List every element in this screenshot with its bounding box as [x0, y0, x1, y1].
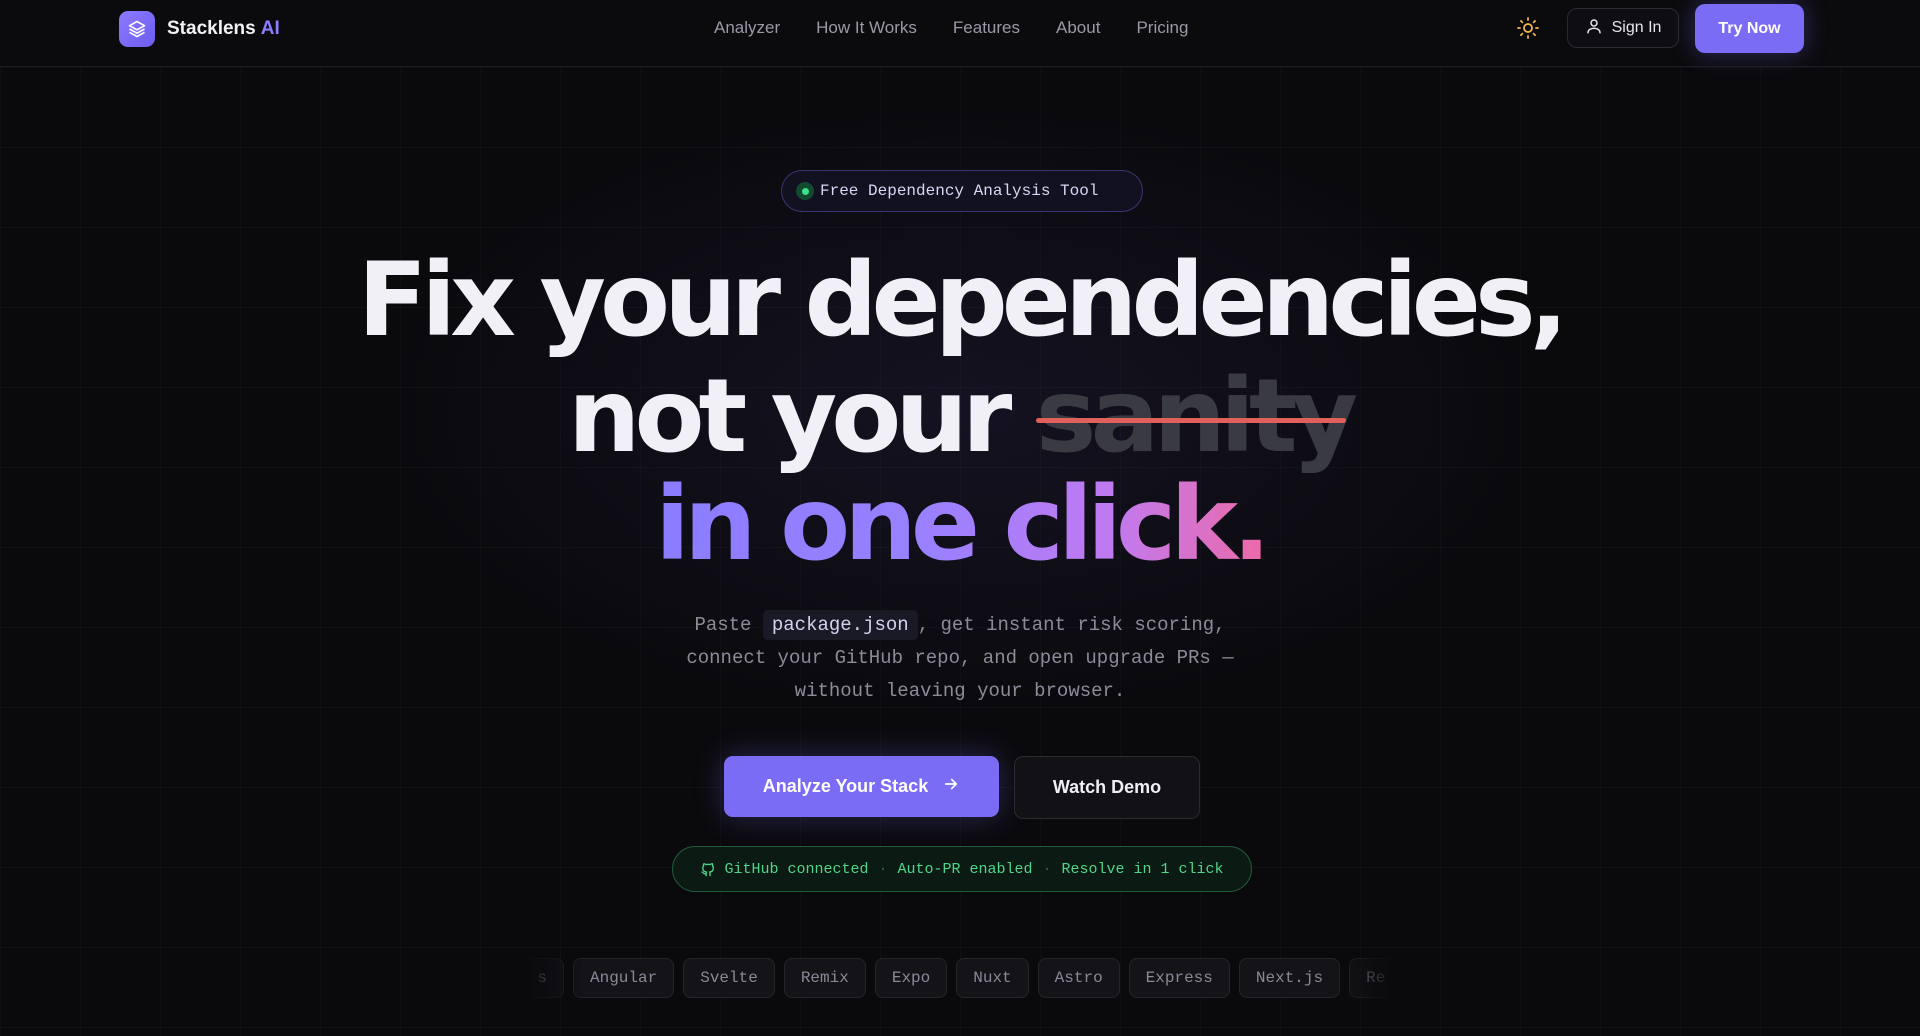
- sign-in-button[interactable]: Sign In: [1567, 8, 1679, 48]
- arrow-right-icon: [942, 775, 960, 798]
- subtext-line-2: connect your GitHub repo, and open upgra…: [686, 647, 1234, 669]
- code-snippet: package.json: [762, 610, 918, 640]
- badge-label: Free Dependency Analysis Tool: [820, 182, 1099, 200]
- framework-chip: Next.js: [1238, 958, 1341, 998]
- framework-chip-partial: Re: [1349, 958, 1396, 998]
- sign-in-label: Sign In: [1611, 19, 1662, 36]
- framework-chip: Nuxt: [956, 958, 1029, 998]
- headline-line-3: in one click.: [0, 474, 1920, 576]
- headline-line-2: not your sanity: [0, 366, 1920, 468]
- framework-chip: Svelte: [683, 958, 775, 998]
- nav-link-about[interactable]: About: [1056, 18, 1100, 38]
- nav-links: Analyzer How It Works Features About Pri…: [714, 18, 1224, 38]
- framework-chip: Express: [1128, 958, 1230, 998]
- subtext-line-1: Paste package.json, get instant risk sco…: [560, 610, 1360, 640]
- brand[interactable]: Stacklens AI: [119, 11, 280, 47]
- watch-demo-button[interactable]: Watch Demo: [1014, 756, 1200, 819]
- status-resolve: Resolve in 1 click: [1061, 860, 1224, 878]
- top-nav: Stacklens AI Analyzer How It Works Featu…: [0, 0, 1920, 67]
- framework-chips: s Angular Svelte Remix Expo Nuxt Astro E…: [524, 958, 1396, 1000]
- nav-link-how-it-works[interactable]: How It Works: [816, 18, 917, 38]
- headline-line-2-text: not your: [567, 357, 1036, 476]
- analyze-stack-button[interactable]: Analyze Your Stack: [724, 756, 999, 817]
- nav-link-analyzer[interactable]: Analyzer: [714, 18, 780, 38]
- framework-chip: Astro: [1037, 958, 1120, 998]
- framework-chip-partial: s: [524, 958, 564, 998]
- struck-word: sanity: [1035, 357, 1358, 476]
- nav-link-pricing[interactable]: Pricing: [1136, 18, 1188, 38]
- brand-suffix: AI: [260, 18, 280, 39]
- headline-gradient-text: in one click.: [655, 465, 1271, 584]
- framework-chip: Expo: [874, 958, 948, 998]
- headline-line-1: Fix your dependencies,: [357, 241, 1569, 360]
- hero-badge: Free Dependency Analysis Tool: [781, 170, 1143, 212]
- subtext-line-3: without leaving your browser.: [794, 680, 1126, 702]
- analyze-stack-label: Analyze Your Stack: [762, 776, 929, 796]
- sun-icon[interactable]: [1516, 16, 1540, 40]
- try-now-button[interactable]: Try Now: [1695, 4, 1804, 53]
- status-dot-icon: [796, 182, 814, 200]
- brand-name: Stacklens: [167, 18, 256, 39]
- status-github: GitHub connected: [724, 860, 869, 878]
- user-icon: [1585, 17, 1603, 40]
- status-pill: GitHub connected · Auto-PR enabled · Res…: [672, 846, 1252, 892]
- status-auto-pr: Auto-PR enabled: [897, 860, 1033, 878]
- github-icon: [700, 861, 716, 877]
- nav-link-features[interactable]: Features: [953, 18, 1020, 38]
- framework-chip: Angular: [573, 958, 675, 998]
- layers-logo-icon: [119, 11, 155, 47]
- framework-chip: Remix: [783, 958, 866, 998]
- strike-line: [1035, 418, 1347, 423]
